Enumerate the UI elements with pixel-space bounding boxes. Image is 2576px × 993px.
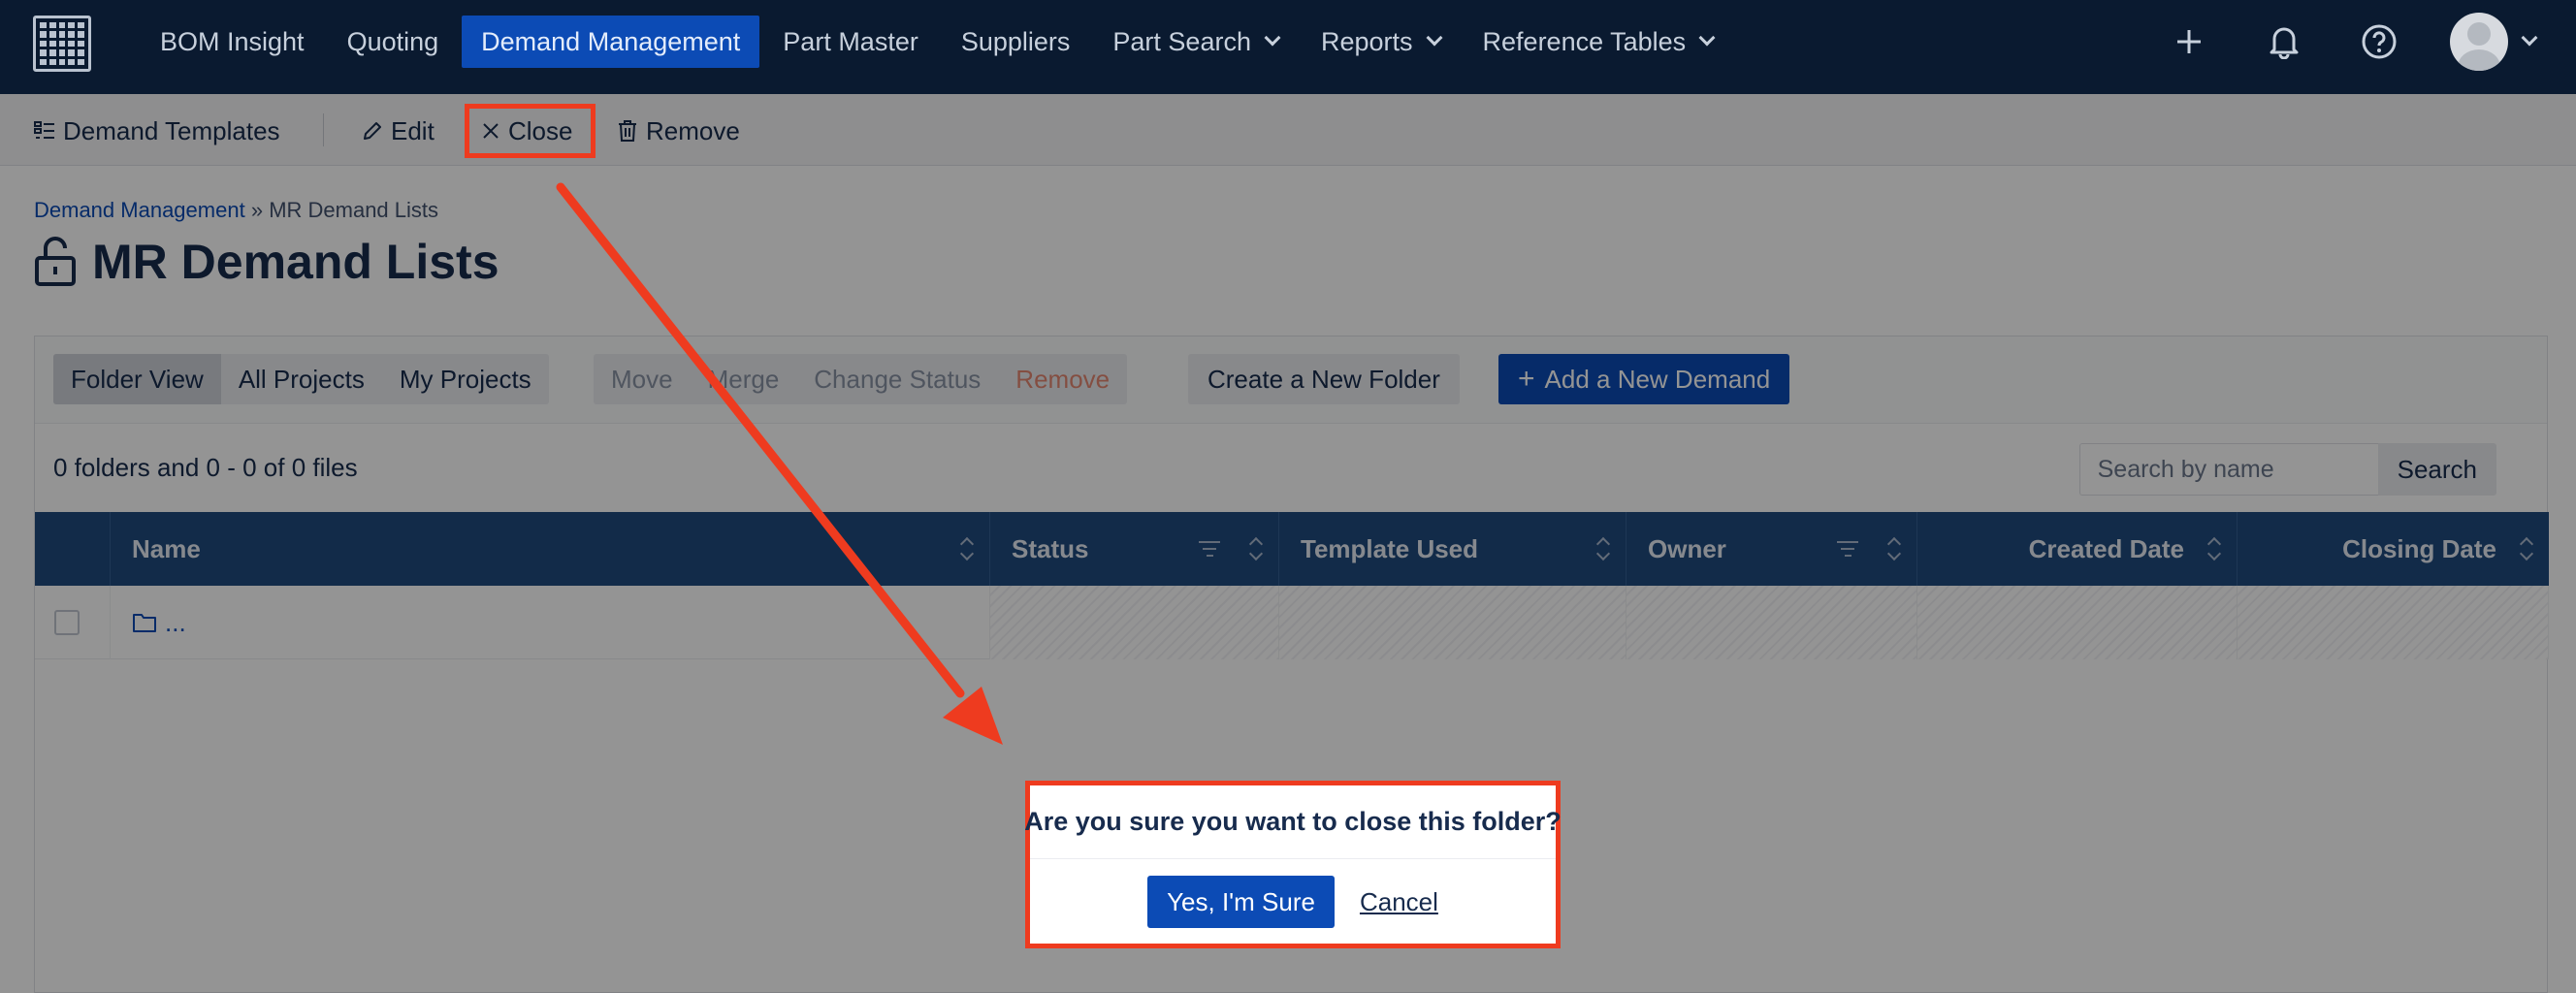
nav-item-part-master[interactable]: Part Master [763,16,938,68]
nav-menu: BOM Insight Quoting Demand Management Pa… [141,16,1736,68]
dialog-actions: Yes, I'm Sure Cancel [1030,859,1556,945]
dialog-message: Are you sure you want to close this fold… [1024,785,1562,859]
plus-icon[interactable] [2165,17,2213,66]
avatar[interactable] [2450,13,2508,71]
annotation-highlight-close [465,104,596,158]
help-icon[interactable] [2355,17,2403,66]
chevron-down-icon [1426,29,1443,47]
chevron-down-icon[interactable] [2521,29,2538,47]
chevron-down-icon [1698,29,1716,47]
nav-item-suppliers[interactable]: Suppliers [942,16,1090,68]
chevron-down-icon [1264,29,1281,47]
nav-right-actions [2165,0,2576,83]
top-navigation: BOM Insight Quoting Demand Management Pa… [0,0,2576,94]
nav-item-bom-insight[interactable]: BOM Insight [141,16,324,68]
confirm-close-dialog: Are you sure you want to close this fold… [1024,781,1562,948]
nav-item-reports[interactable]: Reports [1302,16,1460,68]
nav-item-demand-management[interactable]: Demand Management [462,16,760,68]
cancel-button[interactable]: Cancel [1360,887,1438,917]
bell-icon[interactable] [2260,17,2308,66]
nav-item-part-search[interactable]: Part Search [1093,16,1298,68]
nav-item-quoting[interactable]: Quoting [328,16,459,68]
nav-item-reference-tables[interactable]: Reference Tables [1464,16,1733,68]
confirm-button[interactable]: Yes, I'm Sure [1147,876,1335,928]
app-launcher-icon[interactable] [33,16,91,72]
